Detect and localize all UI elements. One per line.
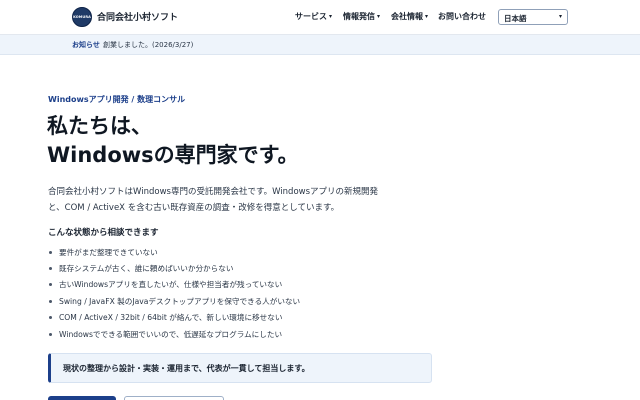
bullet-icon [49,283,52,287]
list-item-text: COM / ActiveX / 32bit / 64bit が絡んで、新しい環境… [59,313,283,323]
bullet-icon [49,299,52,303]
nav-company-label: 会社情報 [391,12,423,21]
language-select[interactable]: 日本語 ▾ [498,9,568,25]
nav-blog[interactable]: 情報発信 ▾ [343,11,380,22]
logo-text: KOMURA [73,15,91,19]
hero-kicker: Windowsアプリ開発 / 数理コンサル [48,95,186,104]
nav-company[interactable]: 会社情報 ▾ [391,11,428,22]
chevron-down-icon: ▾ [377,13,381,20]
list-item-text: 古いWindowsアプリを直したいが、仕様や担当者が残っていない [59,280,283,290]
consult-list: 要件がまだ整理できていない 既存システムが古く、誰に頼めばいいか分からない 古い… [48,244,448,342]
company-logo[interactable]: KOMURA [72,7,92,27]
chevron-down-icon: ▾ [329,13,333,20]
nav-contact-label: お問い合わせ [438,12,486,21]
list-item: COM / ActiveX / 32bit / 64bit が絡んで、新しい環境… [48,310,448,326]
callout-text: 現状の整理から設計・実装・運用まで、代表が一貫して担当します。 [63,364,310,373]
notice-label: お知らせ [72,41,100,49]
hero-title-line2: Windowsの専門家です。 [47,143,299,167]
list-item: Swing / JavaFX 製のJavaデスクトップアプリを保守できる人がいな… [48,293,448,309]
nav-services-label: サービス [295,12,327,21]
list-item: 要件がまだ整理できていない [48,244,448,260]
hero-title-line1: 私たちは、 [47,114,152,138]
hero-title: 私たちは、 Windowsの専門家です。 [47,112,299,170]
list-item: Windowsでできる範囲でいいので、低遅延なプログラムにしたい [48,326,448,342]
chevron-down-icon: ▾ [558,13,562,20]
list-item: 古いWindowsアプリを直したいが、仕様や担当者が残っていない [48,277,448,293]
hero-lead: 合同会社小村ソフトはWindows専門の受託開発会社です。Windowsアプリの… [48,187,379,213]
list-item-text: Swing / JavaFX 製のJavaデスクトップアプリを保守できる人がいな… [59,296,301,306]
site-header: KOMURA 合同会社小村ソフト サービス ▾ 情報発信 ▾ 会社情報 ▾ お問… [0,0,640,35]
list-item-text: Windowsでできる範囲でいいので、低遅延なプログラムにしたい [59,329,283,339]
list-item: 既存システムが古く、誰に頼めばいいか分からない [48,260,448,276]
list-item-text: 要件がまだ整理できていない [59,247,158,257]
notice-bar: お知らせ 創業しました。(2026/3/27) [0,35,640,55]
bullet-icon [49,332,52,336]
bullet-icon [49,316,52,320]
chevron-down-icon: ▾ [425,13,429,20]
list-item-text: 既存システムが古く、誰に頼めばいいか分からない [59,264,234,274]
nav-services[interactable]: サービス ▾ [295,11,332,22]
nav-blog-label: 情報発信 [343,12,375,21]
consult-subheading: こんな状態から相談できます [48,228,159,238]
language-value: 日本語 [504,14,527,23]
nav-contact[interactable]: お問い合わせ [438,11,486,22]
notice-link[interactable]: 創業しました。(2026/3/27) [103,40,193,50]
bullet-icon [49,267,52,271]
bullet-icon [49,250,52,254]
primary-cta-button[interactable] [48,396,116,400]
callout-box: 現状の整理から設計・実装・運用まで、代表が一貫して担当します。 [48,353,432,383]
secondary-cta-button[interactable] [124,396,224,400]
brand-name[interactable]: 合同会社小村ソフト [97,10,178,23]
